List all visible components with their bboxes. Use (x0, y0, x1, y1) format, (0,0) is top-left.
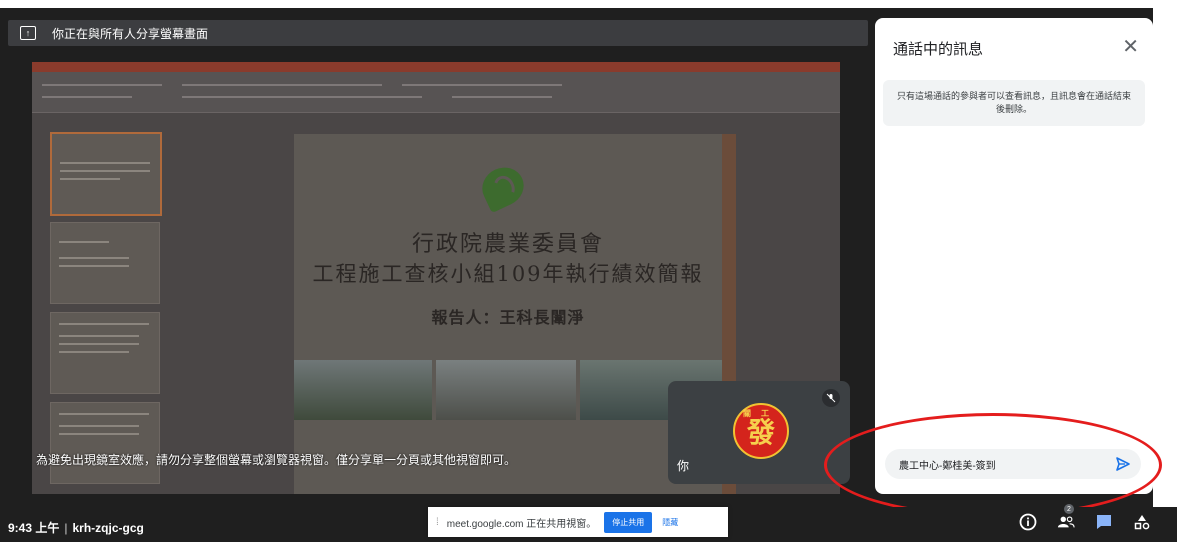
chat-icon (1097, 515, 1111, 529)
coa-logo-icon (475, 160, 531, 214)
chat-message-input-value: 農工中心-鄭桂美-簽到 (899, 460, 996, 472)
avatar-small-text: 關工 (743, 408, 779, 418)
sharing-message: meet.google.com 正在共用視窗。 (446, 518, 597, 530)
chat-notice: 只有這場通話的參與者可以查看訊息，且訊息會在通話結束後刪除。 (883, 80, 1145, 126)
hide-button[interactable]: 隱藏 (662, 517, 678, 528)
slide-thumbnail (50, 402, 160, 484)
people-icon (1057, 516, 1075, 528)
chat-message-input[interactable]: 農工中心-鄭桂美-簽到 (885, 449, 1141, 479)
sharing-notification-bar: ⁞ meet.google.com 正在共用視窗。 停止共用 隱藏 (428, 507, 728, 537)
present-screen-icon: ↑ (20, 26, 36, 40)
self-name-label: 你 (677, 459, 690, 473)
bottom-right-controls: 2 (1019, 504, 1151, 536)
slide-photo (294, 360, 432, 420)
mirror-warning-text: 為避免出現鏡室效應，請勿分享整個螢幕或瀏覽器視窗。僅分享單一分頁或其他視窗即可。 (36, 453, 517, 467)
stop-sharing-button[interactable]: 停止共用 (604, 511, 653, 533)
slide-reporter: 報告人：王科長闈淨 (431, 308, 585, 327)
ppt-title-bar (32, 62, 840, 72)
avatar: 關工 發 (733, 403, 789, 459)
slide-title-line1: 行政院農業委員會 (411, 232, 604, 257)
right-edge (1153, 0, 1177, 542)
slide-thumbnail (50, 312, 160, 394)
mic-off-icon (822, 389, 840, 407)
presenting-banner-text: 你正在與所有人分享螢幕畫面 (52, 26, 209, 41)
slide-thumbnails (38, 118, 162, 494)
chat-panel-title: 通話中的訊息 (893, 41, 984, 58)
slide-thumbnail (50, 132, 162, 216)
slide-photo (436, 360, 576, 420)
meeting-time: 9:43 上午 (8, 521, 60, 535)
activities-button[interactable] (1133, 513, 1151, 531)
current-slide: 行政院農業委員會 工程施工查核小組109年執行績效簡報 報告人：王科長闈淨 (294, 134, 736, 494)
drag-handle-icon[interactable]: ⁞ (436, 517, 439, 528)
meeting-separator: | (64, 521, 68, 535)
close-icon[interactable]: ✕ (1122, 34, 1139, 59)
presenting-banner: ↑ 你正在與所有人分享螢幕畫面 (8, 20, 868, 46)
people-count-badge: 2 (1064, 504, 1074, 514)
meeting-details-button[interactable] (1019, 513, 1037, 531)
ppt-ribbon (32, 72, 840, 113)
top-edge (0, 0, 1177, 8)
meeting-code: krh-zqjc-gcg (72, 521, 144, 535)
self-video-tile[interactable]: 關工 發 你 (668, 381, 850, 484)
activities-icon (1134, 515, 1150, 530)
people-button[interactable]: 2 (1057, 504, 1075, 531)
chat-panel: 通話中的訊息 ✕ 只有這場通話的參與者可以查看訊息，且訊息會在通話結束後刪除。 … (875, 18, 1153, 494)
slide-thumbnail (50, 222, 160, 304)
meeting-info: 9:43 上午 | krh-zqjc-gcg (8, 519, 144, 536)
chat-button[interactable] (1095, 513, 1113, 531)
send-icon[interactable] (1115, 456, 1131, 472)
info-icon (1019, 513, 1037, 531)
slide-title-line2: 工程施工查核小組109年執行績效簡報 (312, 262, 704, 286)
